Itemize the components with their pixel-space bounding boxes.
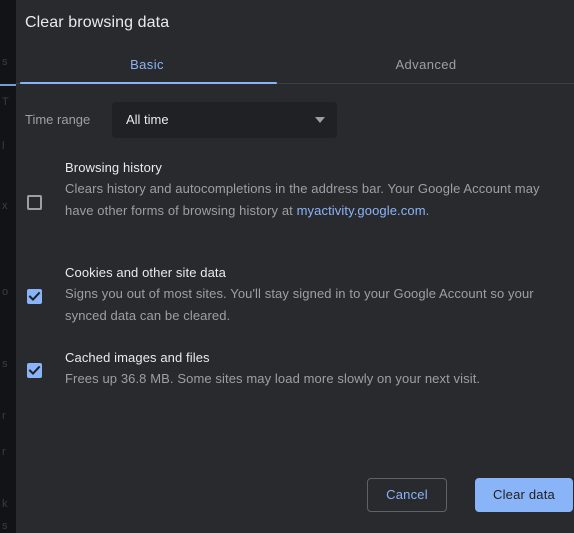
screen: s T l x o s r r k s Clear browsing data … [0,0,574,533]
active-tab-indicator [20,82,277,84]
option-desc-cached-images: Frees up 36.8 MB. Some sites may load mo… [65,371,481,386]
myactivity-link[interactable]: myactivity.google.com [297,203,426,218]
option-title-browsing-history: Browsing history [65,160,162,175]
option-desc-cookies: Signs you out of most sites. You'll stay… [65,286,534,323]
dialog-title: Clear browsing data [25,14,170,31]
background-page-strip: s T l x o s r r k s [0,0,16,533]
time-range-row: Time range All time [16,102,574,138]
option-title-cached-images: Cached images and files [65,350,210,365]
dialog-footer: Cancel Clear data [16,461,574,533]
checkbox-browsing-history[interactable] [27,195,42,210]
checkbox-cookies[interactable] [27,289,42,304]
clear-browsing-data-dialog: Clear browsing data Basic Advanced Time … [16,0,574,533]
cancel-button[interactable]: Cancel [367,478,447,512]
time-range-select[interactable]: All time [112,102,337,138]
option-title-cookies: Cookies and other site data [65,265,226,280]
clear-data-button[interactable]: Clear data [475,478,573,512]
tab-basic[interactable]: Basic [16,46,278,84]
option-desc-browsing-history: Clears history and autocompletions in th… [65,178,565,222]
option-desc-suffix: . [425,203,430,218]
time-range-label: Time range [25,112,91,127]
chevron-down-icon [315,117,325,123]
time-range-selected-value: All time [126,112,169,127]
tab-bar: Basic Advanced [16,46,574,84]
tab-advanced[interactable]: Advanced [278,46,574,84]
checkbox-cached-images[interactable] [27,363,42,378]
